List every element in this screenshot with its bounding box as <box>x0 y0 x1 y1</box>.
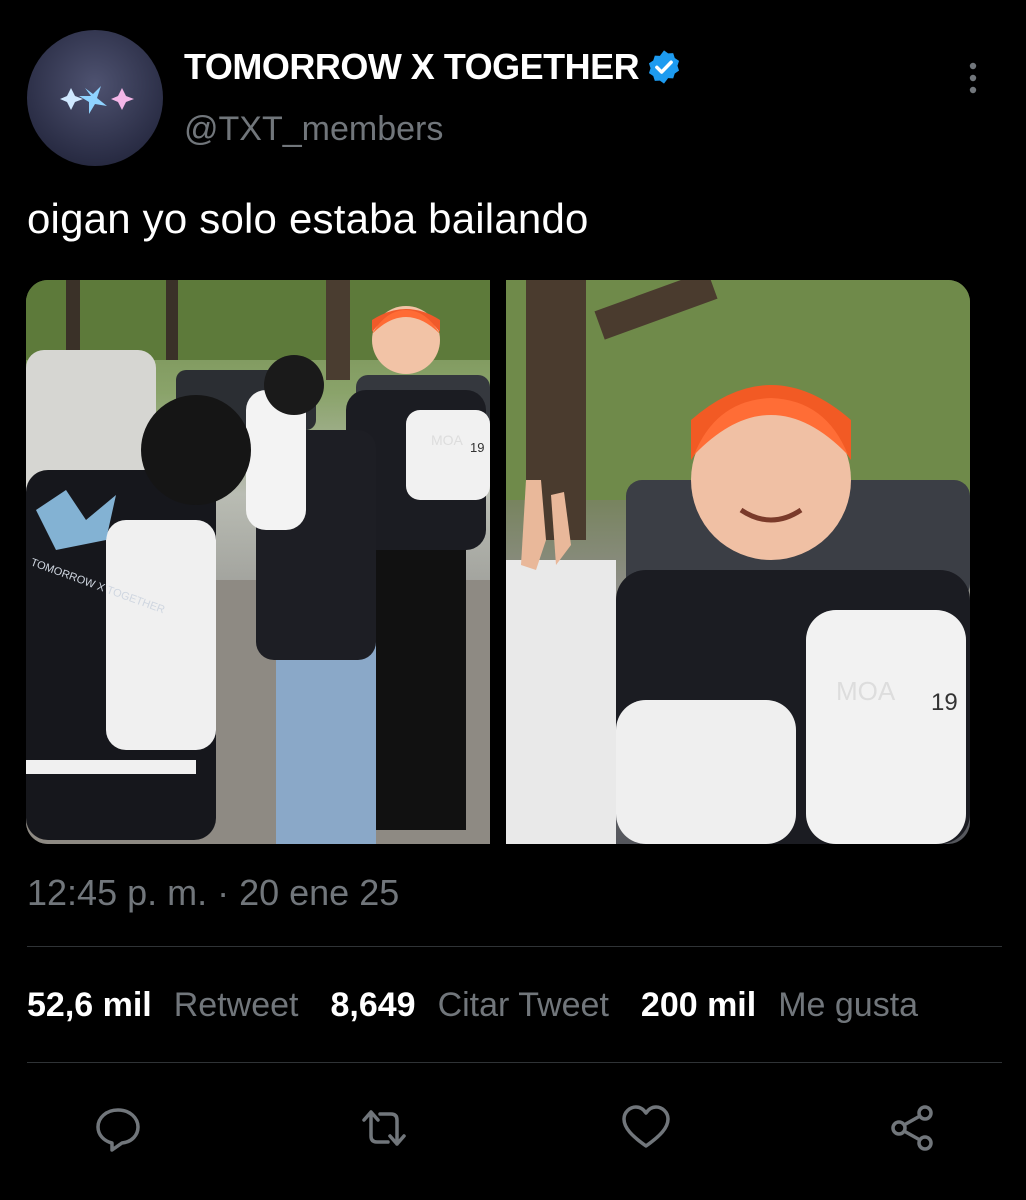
tweet-header: TOMORROW X TOGETHER @TXT_members <box>27 30 999 170</box>
share-icon[interactable] <box>884 1100 940 1156</box>
tweet-text: oigan yo solo estaba bailando <box>27 195 589 242</box>
tweet-stats: 52,6 mil Retweet 8,649 Citar Tweet 200 m… <box>27 986 950 1025</box>
more-options-icon[interactable] <box>961 58 985 98</box>
likes-count[interactable]: 200 mil <box>641 986 756 1025</box>
photo-1-illustration: MOA 19 TOMORROW X TOGETHER <box>26 280 490 844</box>
txt-logo-icon <box>60 86 134 114</box>
jacket-text: MOA <box>431 432 464 448</box>
tweet-timestamp[interactable]: 12:45 p. m. · 20 ene 25 <box>27 872 399 914</box>
divider-bottom <box>27 1062 1002 1063</box>
jacket-text-closeup: MOA <box>836 676 896 706</box>
verified-badge-icon <box>649 50 680 84</box>
display-name[interactable]: TOMORROW X TOGETHER <box>184 46 640 88</box>
jacket-number-closeup: 19 <box>931 689 958 716</box>
tweet-photo-2[interactable]: MOA 19 <box>506 280 970 844</box>
tweet-photo-1[interactable]: MOA 19 TOMORROW X TOGETHER <box>26 280 490 844</box>
quotes-label[interactable]: Citar Tweet <box>438 986 609 1025</box>
likes-label[interactable]: Me gusta <box>778 986 918 1025</box>
account-handle[interactable]: @TXT_members <box>184 110 443 149</box>
reply-icon[interactable] <box>90 1100 146 1156</box>
like-icon[interactable] <box>618 1100 674 1156</box>
retweet-icon[interactable] <box>356 1100 412 1156</box>
avatar[interactable] <box>27 30 163 166</box>
retweets-label[interactable]: Retweet <box>174 986 299 1025</box>
tweet-actions <box>0 1100 1026 1160</box>
quotes-count[interactable]: 8,649 <box>330 986 415 1025</box>
retweets-count[interactable]: 52,6 mil <box>27 986 152 1025</box>
jacket-number: 19 <box>470 440 484 455</box>
tweet-media[interactable]: MOA 19 TOMORROW X TOGETHER MOA 19 <box>26 280 970 844</box>
photo-2-illustration: MOA 19 <box>506 280 970 844</box>
divider-top <box>27 946 1002 947</box>
